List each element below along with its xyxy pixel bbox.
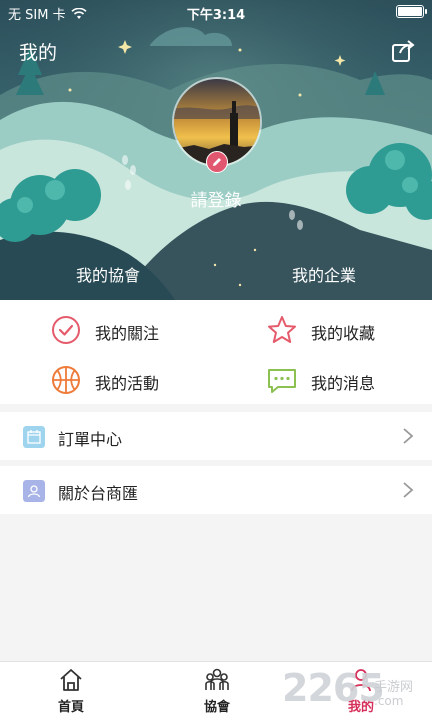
basketball-icon: [52, 366, 80, 394]
tab-associations-label: 協會: [203, 700, 230, 715]
edit-profile-button[interactable]: [206, 151, 228, 173]
tab-home-label: 首頁: [57, 700, 84, 715]
star-icon: [268, 316, 296, 343]
status-bar: 无 SIM 卡 下午3:14: [0, 0, 432, 24]
tab-associations[interactable]: 協會: [172, 666, 262, 715]
list-item-order-center[interactable]: 訂單中心: [0, 412, 432, 460]
tab-mine[interactable]: 我的: [316, 666, 406, 715]
quick-item-label: 我的關注: [95, 324, 160, 343]
list-item-label: 訂單中心: [58, 430, 123, 449]
quick-item-label: 我的活動: [95, 374, 160, 393]
quick-item-activities[interactable]: 我的活動: [0, 354, 216, 404]
quick-item-label: 我的消息: [311, 374, 376, 393]
calendar-icon: [23, 426, 45, 448]
user-card-icon: [23, 480, 45, 502]
person-icon: [351, 669, 371, 692]
profile-header: 无 SIM 卡 下午3:14 我的 請登錄 我的協會 我的企業: [0, 0, 432, 300]
chevron-right-icon: [403, 428, 414, 444]
quick-item-messages[interactable]: 我的消息: [216, 354, 432, 404]
login-link[interactable]: 請登錄: [0, 186, 432, 211]
quick-item-following[interactable]: 我的關注: [0, 304, 216, 354]
list-item-about[interactable]: 關於台商匯: [0, 466, 432, 514]
group-icon: [205, 668, 229, 690]
tab-my-enterprises[interactable]: 我的企業: [216, 262, 432, 286]
page-title: 我的: [19, 42, 58, 64]
share-icon[interactable]: [390, 38, 416, 64]
tab-mine-label: 我的: [347, 700, 374, 715]
quick-item-favorites[interactable]: 我的收藏: [216, 304, 432, 354]
chevron-right-icon: [403, 482, 414, 498]
pencil-icon: [213, 158, 221, 166]
list-item-label: 關於台商匯: [58, 484, 139, 503]
check-circle-icon: [52, 316, 80, 344]
battery-level: [398, 7, 422, 16]
quick-item-label: 我的收藏: [311, 324, 376, 343]
quick-actions-grid: 我的關注 我的收藏 我的活動 我的消息: [0, 300, 432, 404]
battery-icon: [396, 5, 427, 18]
tab-my-associations[interactable]: 我的協會: [0, 262, 216, 286]
chat-bubble-icon: [268, 369, 296, 393]
home-icon: [60, 669, 82, 691]
bottom-tab-bar: 首頁 協會 我的: [0, 661, 432, 720]
tab-home[interactable]: 首頁: [26, 666, 116, 715]
status-time: 下午3:14: [186, 8, 246, 23]
